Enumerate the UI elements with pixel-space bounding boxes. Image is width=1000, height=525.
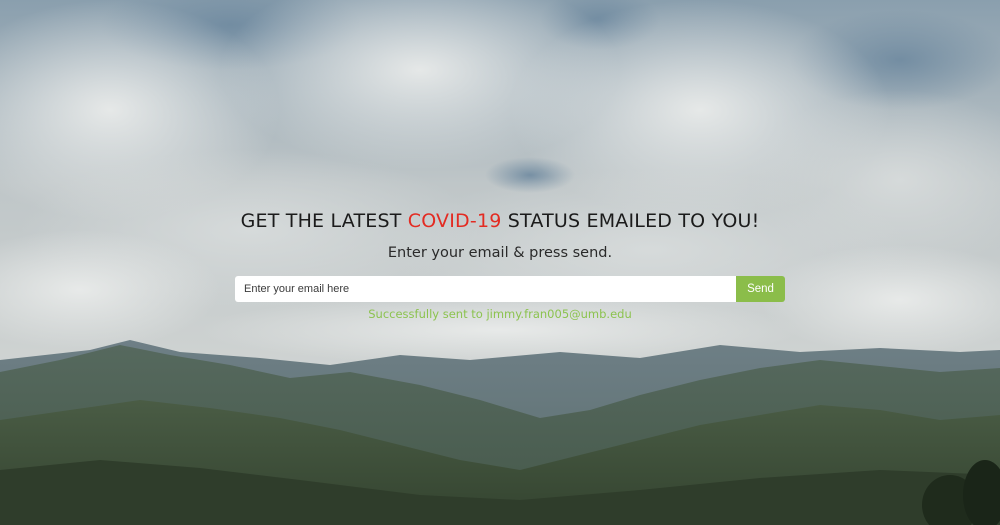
success-message: Successfully sent to jimmy.fran005@umb.e…	[368, 307, 632, 321]
subtitle: Enter your email & press send.	[387, 245, 613, 261]
headline-post: STATUS EMAILED TO YOU!	[501, 210, 760, 232]
email-input[interactable]	[235, 276, 736, 302]
hero-section: GET THE LATEST COVID-19 STATUS EMAILED T…	[0, 0, 1000, 525]
page-title: GET THE LATEST COVID-19 STATUS EMAILED T…	[0, 210, 1000, 232]
headline-accent: COVID-19	[407, 210, 502, 232]
send-button[interactable]: Send	[736, 276, 785, 302]
headline-pre: GET THE LATEST	[240, 210, 408, 232]
email-form: Send	[235, 276, 785, 302]
